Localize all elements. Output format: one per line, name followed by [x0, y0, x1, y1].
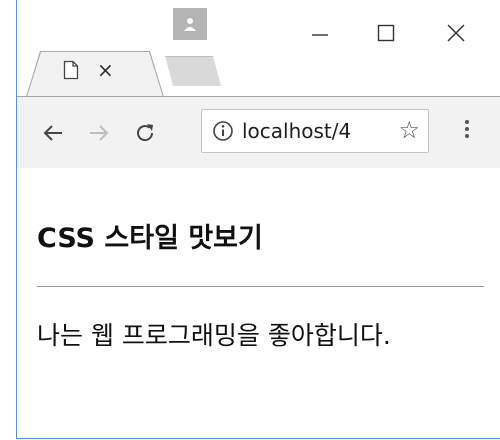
- bookmark-star-icon[interactable]: ☆: [398, 118, 420, 142]
- browser-window: × localhost/4 ☆ CSS 스타일 맛보기 나는 웹 프로그래밍을 …: [16, 0, 500, 439]
- horizontal-rule: [37, 286, 484, 287]
- close-window-button[interactable]: [441, 18, 471, 48]
- close-icon: [447, 24, 465, 42]
- back-arrow-icon: [43, 125, 62, 141]
- person-icon: [184, 18, 196, 31]
- menu-dot-icon: [465, 127, 469, 131]
- tab-content: ×: [63, 60, 114, 80]
- back-button[interactable]: [39, 119, 67, 147]
- menu-dot-icon: [465, 120, 469, 124]
- forward-arrow-icon: [90, 125, 109, 141]
- info-icon[interactable]: [212, 120, 234, 142]
- tab-close-button[interactable]: ×: [97, 60, 114, 80]
- profile-button[interactable]: [173, 8, 207, 40]
- reload-button[interactable]: [131, 119, 159, 147]
- menu-dot-icon: [465, 134, 469, 138]
- forward-button[interactable]: [85, 119, 113, 147]
- document-icon: [63, 60, 79, 80]
- toolbar: localhost/4 ☆: [17, 96, 500, 170]
- reload-icon: [137, 124, 154, 142]
- maximize-button[interactable]: [371, 18, 401, 48]
- minimize-icon: [312, 34, 328, 36]
- maximize-icon: [377, 24, 395, 42]
- address-bar[interactable]: localhost/4 ☆: [201, 109, 429, 153]
- title-bar: ×: [17, 0, 500, 97]
- page-content: CSS 스타일 맛보기 나는 웹 프로그래밍을 좋아합니다.: [17, 168, 500, 438]
- menu-button[interactable]: [463, 117, 471, 147]
- page-paragraph: 나는 웹 프로그래밍을 좋아합니다.: [37, 321, 391, 350]
- new-tab-button[interactable]: [165, 56, 221, 86]
- url-text[interactable]: localhost/4: [242, 119, 390, 143]
- minimize-button[interactable]: [305, 18, 335, 48]
- page-heading: CSS 스타일 맛보기: [37, 223, 263, 254]
